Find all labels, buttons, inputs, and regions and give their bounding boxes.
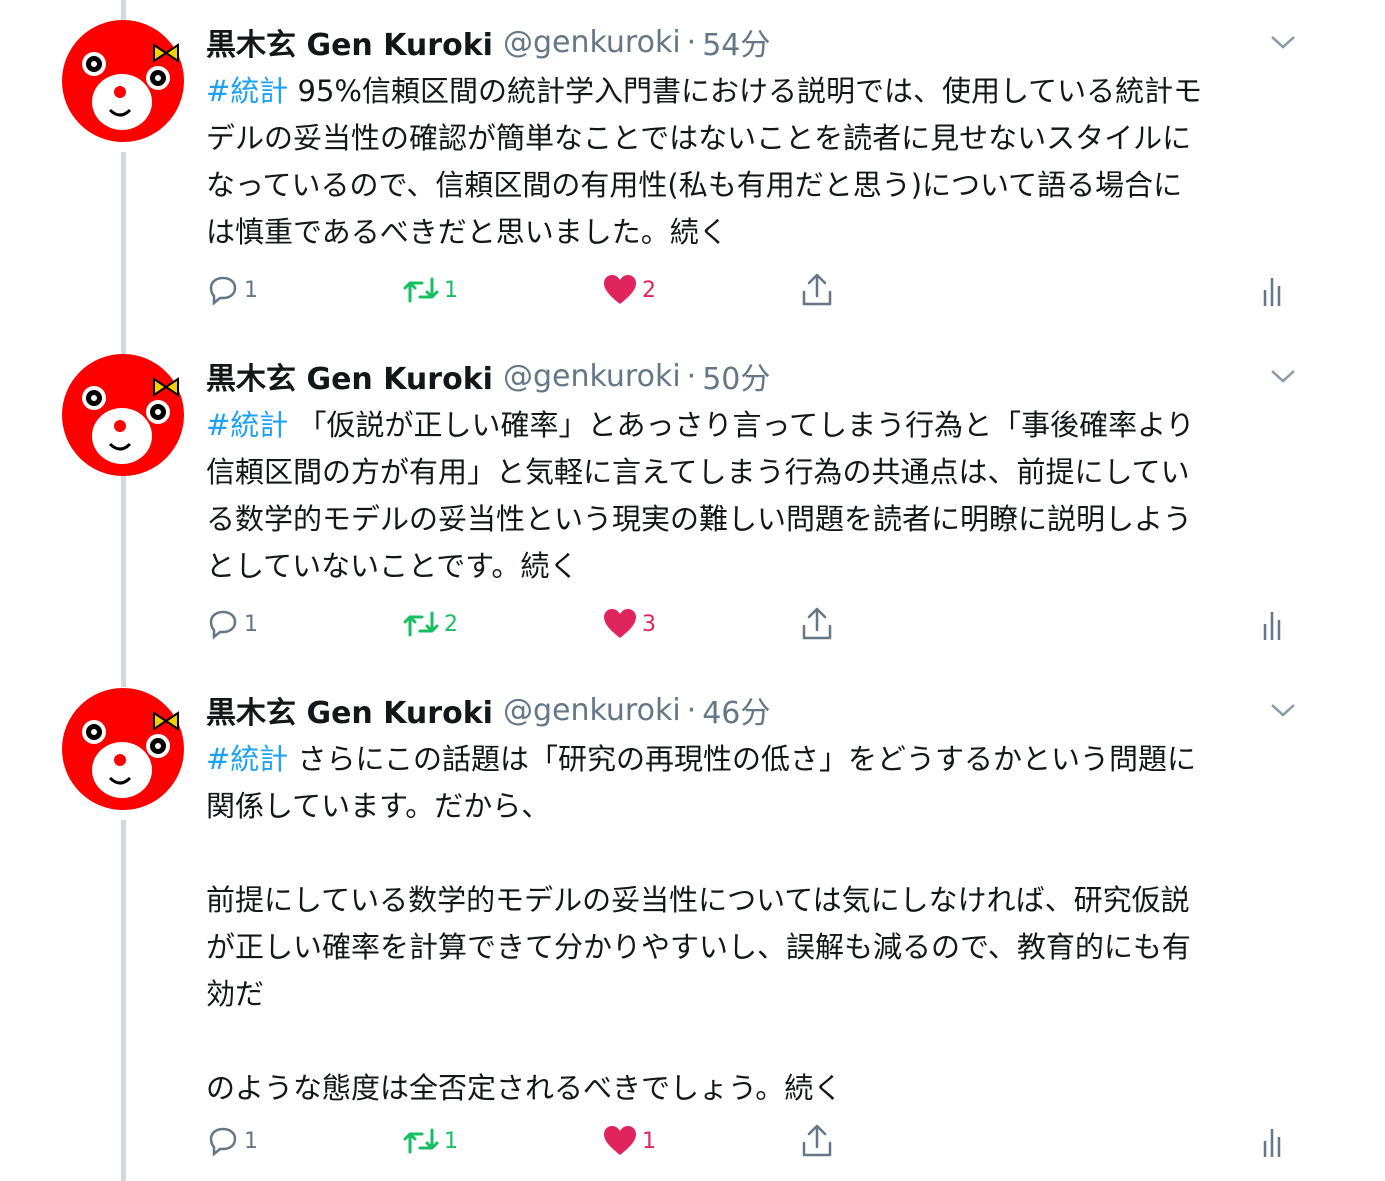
hashtag-link[interactable]: #統計 bbox=[206, 742, 288, 776]
share-icon bbox=[802, 607, 832, 640]
retweet-count: 1 bbox=[444, 277, 458, 303]
text-line: デルの妥当性の確認が簡単なことではないことを読者に見せないスタイルに bbox=[206, 121, 1192, 155]
like-count: 1 bbox=[642, 1128, 656, 1154]
display-name[interactable]: 黒木玄 Gen Kuroki bbox=[206, 20, 493, 64]
reply-button[interactable]: 1 bbox=[206, 270, 258, 310]
reply-button[interactable]: 1 bbox=[206, 1121, 258, 1161]
timestamp[interactable]: 54分 bbox=[702, 20, 770, 64]
hashtag-link[interactable]: #統計 bbox=[206, 408, 288, 442]
heart-icon bbox=[604, 275, 636, 304]
user-handle[interactable]: @genkuroki bbox=[503, 693, 681, 728]
tweet-actions: 1 1 2 bbox=[0, 270, 1385, 310]
tweet-text: #統計 95%信頼区間の統計学入門書における説明では、使用している統計モ デルの… bbox=[206, 68, 1306, 256]
heart-icon bbox=[604, 609, 636, 638]
timestamp[interactable]: 50分 bbox=[702, 354, 770, 398]
reply-count: 1 bbox=[244, 1128, 258, 1154]
tweet-header: 黒木玄 Gen Kuroki @genkuroki · 46分 bbox=[206, 688, 770, 732]
chevron-down-icon[interactable] bbox=[1268, 366, 1298, 386]
like-button[interactable]: 2 bbox=[602, 270, 656, 310]
text-line: のような態度は全否定されるべきでしょう。続く bbox=[206, 1071, 843, 1105]
analytics-button[interactable] bbox=[1262, 1121, 1286, 1161]
share-icon bbox=[802, 273, 832, 306]
avatar[interactable] bbox=[62, 688, 184, 810]
text-line: 関係しています。だから、 bbox=[206, 789, 551, 823]
retweet-count: 1 bbox=[444, 1128, 458, 1154]
user-handle[interactable]: @genkuroki bbox=[503, 359, 681, 394]
like-count: 2 bbox=[642, 277, 656, 303]
retweet-icon bbox=[403, 277, 439, 303]
display-name[interactable]: 黒木玄 Gen Kuroki bbox=[206, 688, 493, 732]
like-button[interactable]: 3 bbox=[602, 604, 656, 644]
tweet-header: 黒木玄 Gen Kuroki @genkuroki · 50分 bbox=[206, 354, 770, 398]
reply-button[interactable]: 1 bbox=[206, 604, 258, 644]
reply-icon bbox=[209, 1127, 237, 1157]
separator: · bbox=[686, 24, 697, 60]
text-line: が正しい確率を計算できて分かりやすいし、誤解も減るので、教育的にも有 bbox=[206, 930, 1191, 964]
text-line: 効だ bbox=[206, 977, 265, 1011]
share-button[interactable] bbox=[800, 604, 834, 644]
thread-line bbox=[121, 0, 126, 20]
timestamp[interactable]: 46分 bbox=[702, 688, 770, 732]
separator: · bbox=[686, 692, 697, 728]
reply-count: 1 bbox=[244, 277, 258, 303]
hashtag-link[interactable]: #統計 bbox=[206, 74, 288, 108]
analytics-button[interactable] bbox=[1262, 604, 1286, 644]
avatar[interactable] bbox=[62, 20, 184, 142]
tweet-actions: 1 2 3 bbox=[0, 604, 1385, 644]
retweet-icon bbox=[403, 611, 439, 637]
chevron-down-icon[interactable] bbox=[1268, 32, 1298, 52]
like-count: 3 bbox=[642, 611, 656, 637]
heart-icon bbox=[604, 1126, 636, 1155]
retweet-count: 2 bbox=[444, 611, 458, 637]
retweet-button[interactable]: 1 bbox=[402, 1121, 458, 1161]
analytics-icon bbox=[1263, 612, 1281, 640]
text-line: る数学的モデルの妥当性という現実の難しい問題を読者に明瞭に説明しよう bbox=[206, 502, 1193, 536]
user-handle[interactable]: @genkuroki bbox=[503, 25, 681, 60]
share-button[interactable] bbox=[800, 270, 834, 310]
text-line: なっているので、信頼区間の有用性(私も有用だと思う)について語る場合に bbox=[206, 168, 1183, 202]
avatar[interactable] bbox=[62, 354, 184, 476]
like-button[interactable]: 1 bbox=[602, 1121, 656, 1161]
tweet-text: #統計 「仮説が正しい確率」とあっさり言ってしまう行為と「事後確率より 信頼区間… bbox=[206, 402, 1306, 590]
text-line: 信頼区間の方が有用」と気軽に言えてしまう行為の共通点は、前提にしてい bbox=[206, 455, 1190, 489]
text-line: 前提にしている数学的モデルの妥当性については気にしなければ、研究仮説 bbox=[206, 883, 1190, 917]
text-line: は慎重であるべきだと思いました。続く bbox=[206, 215, 728, 249]
tweet-header: 黒木玄 Gen Kuroki @genkuroki · 54分 bbox=[206, 20, 770, 64]
share-button[interactable] bbox=[800, 1121, 834, 1161]
reply-icon bbox=[209, 610, 237, 640]
text-line: 「仮説が正しい確率」とあっさり言ってしまう行為と「事後確率より bbox=[288, 408, 1195, 442]
display-name[interactable]: 黒木玄 Gen Kuroki bbox=[206, 354, 493, 398]
tweet-actions: 1 1 1 bbox=[0, 1121, 1385, 1161]
retweet-button[interactable]: 1 bbox=[402, 270, 458, 310]
separator: · bbox=[686, 358, 697, 394]
analytics-button[interactable] bbox=[1262, 270, 1286, 310]
chevron-down-icon[interactable] bbox=[1268, 700, 1298, 720]
retweet-icon bbox=[403, 1128, 439, 1154]
text-line: さらにこの話題は「研究の再現性の低さ」をどうするかという問題に bbox=[288, 742, 1196, 776]
analytics-icon bbox=[1263, 1129, 1281, 1157]
analytics-icon bbox=[1263, 278, 1281, 306]
share-icon bbox=[802, 1124, 832, 1157]
text-line: 95%信頼区間の統計学入門書における説明では、使用している統計モ bbox=[288, 74, 1203, 108]
reply-count: 1 bbox=[244, 611, 258, 637]
retweet-button[interactable]: 2 bbox=[402, 604, 458, 644]
tweet-text: #統計 さらにこの話題は「研究の再現性の低さ」をどうするかという問題に 関係して… bbox=[206, 736, 1306, 1112]
text-line: としていないことです。続く bbox=[206, 549, 579, 583]
reply-icon bbox=[209, 276, 237, 306]
